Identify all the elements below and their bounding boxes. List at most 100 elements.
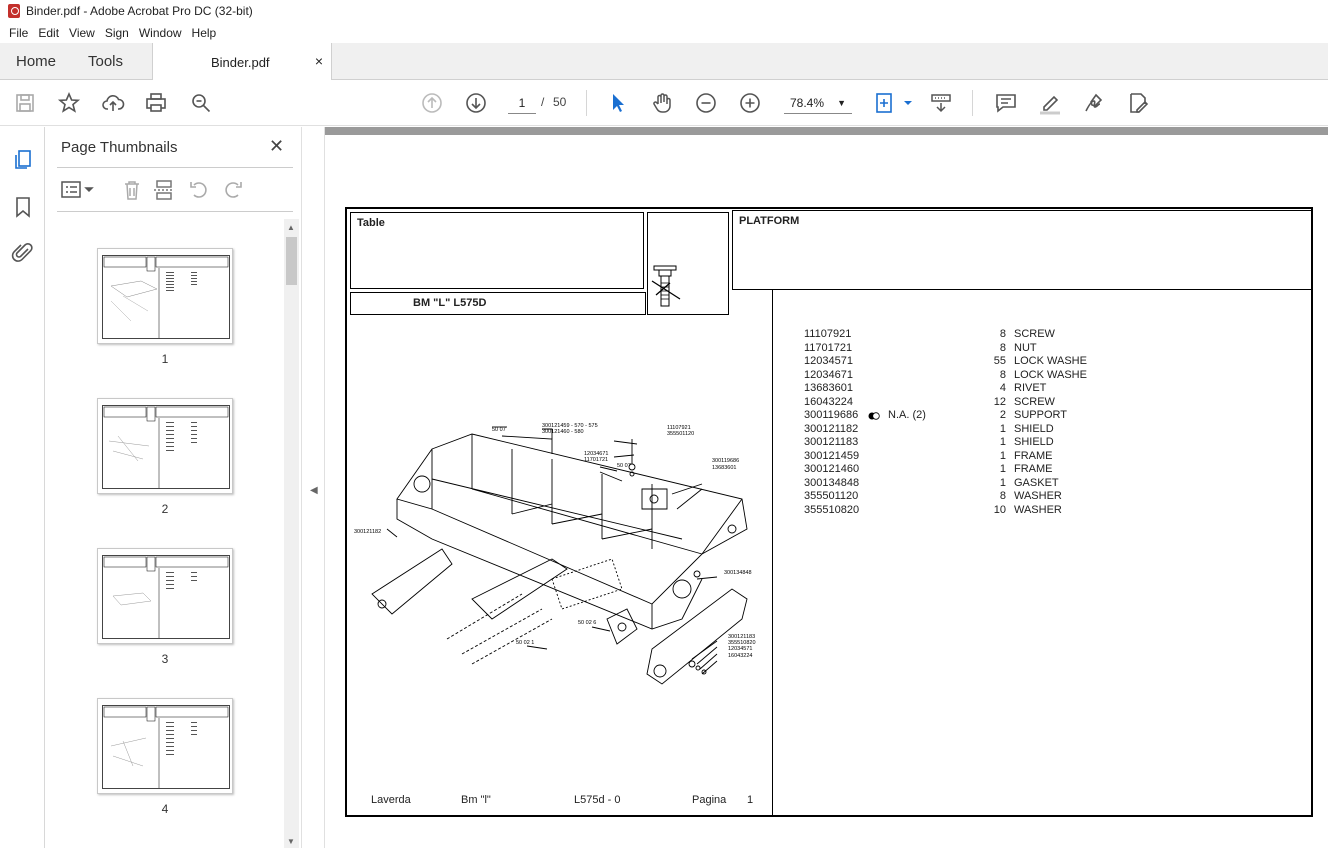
highlight-pen-icon[interactable] [1038, 91, 1062, 115]
menu-sign[interactable]: Sign [100, 26, 134, 40]
part-quantity: 1 [999, 449, 1006, 462]
parts-row: 300121459 1 FRAME [804, 450, 1104, 463]
bookmark-icon[interactable] [11, 195, 35, 219]
platform-box: PLATFORM [732, 210, 1312, 290]
zoom-level-value: 78.4% [790, 96, 825, 110]
parts-list: 11107921 8 SCREW 11701721 8 NUT 12034571 55 LOCK… [804, 328, 1104, 518]
tab-home[interactable]: Home [16, 53, 56, 70]
hand-tool-icon[interactable] [650, 91, 674, 115]
scrolling-mode-icon[interactable] [929, 91, 953, 115]
part-quantity: 1 [999, 422, 1006, 435]
part-code: 300121183 [804, 436, 859, 448]
part-note: N.A. (2) [888, 409, 926, 421]
parts-row: 355501120 8 WASHER [804, 490, 1104, 503]
part-description: RIVET [1014, 382, 1047, 394]
tab-document[interactable]: Binder.pdf × [152, 43, 332, 81]
toolbar: 1 / 50 78.4% ▼ [0, 80, 1328, 126]
page-thumbnail-2[interactable] [97, 398, 233, 494]
part-code: 300121460 [804, 463, 860, 475]
page-thumbnail-4[interactable] [97, 698, 233, 794]
next-page-icon[interactable] [464, 91, 488, 115]
thumbnail-options-icon[interactable] [61, 179, 95, 201]
attachment-paperclip-icon[interactable] [11, 241, 35, 265]
scroll-down-icon[interactable]: ▼ [287, 837, 295, 846]
page-thumbnails-icon[interactable] [11, 147, 35, 171]
draw-signature-icon[interactable] [1082, 91, 1106, 115]
page-number-input[interactable]: 1 [508, 92, 536, 114]
scrollbar-thumb[interactable] [286, 237, 297, 285]
close-panel-icon[interactable]: ✕ [269, 136, 284, 157]
thumbnail-page-number: 4 [161, 802, 169, 816]
menu-bar: File Edit View Sign Window Help [0, 22, 1328, 43]
part-description: SCREW [1014, 328, 1055, 340]
zoom-level-select[interactable]: 78.4% ▼ [784, 92, 852, 114]
page-separator: / [541, 95, 545, 109]
select-cursor-icon[interactable] [606, 91, 630, 115]
page-thumbnail-1[interactable] [97, 248, 233, 344]
zoom-search-icon[interactable] [189, 91, 213, 115]
page-fit-icon[interactable] [874, 91, 898, 115]
callout-label: 50 07 [617, 463, 631, 469]
comment-icon[interactable] [994, 91, 1018, 115]
rotate-clockwise-icon[interactable] [222, 179, 244, 201]
part-code: 11701721 [804, 341, 853, 354]
menu-help[interactable]: Help [187, 26, 222, 40]
page-thumbnail-3[interactable] [97, 548, 233, 644]
callout-label: 13683601 [712, 465, 736, 471]
thumbnail-preview [102, 405, 230, 489]
part-code: 11107921 [804, 328, 852, 340]
callout-label: 11701721 [584, 457, 608, 463]
thumbnail-preview [102, 555, 230, 639]
previous-page-icon[interactable] [420, 91, 444, 115]
model-label: BM "L" L575D [413, 297, 487, 309]
part-quantity: 4 [999, 382, 1006, 394]
menu-edit[interactable]: Edit [33, 26, 64, 40]
delete-trash-icon[interactable] [121, 179, 143, 201]
callout-label: 12034571 [728, 646, 752, 652]
menu-view[interactable]: View [64, 26, 100, 40]
tab-bar: Home Tools Binder.pdf × [0, 43, 1328, 81]
part-quantity: 1 [999, 436, 1006, 448]
part-description: FRAME [1014, 463, 1053, 475]
panel-divider [57, 167, 293, 168]
upload-cloud-icon[interactable] [101, 91, 125, 115]
window-title: Binder.pdf - Adobe Acrobat Pro DC (32-bi… [26, 4, 253, 18]
navigation-rail [0, 127, 45, 848]
rotate-counterclockwise-icon[interactable] [188, 179, 210, 201]
part-description: WASHER [1014, 490, 1062, 502]
part-code: 16043224 [804, 395, 853, 408]
scroll-up-icon[interactable]: ▲ [287, 223, 295, 232]
tab-tools[interactable]: Tools [88, 53, 123, 70]
part-quantity: 8 [999, 328, 1006, 340]
callout-label: 50 02 1 [516, 640, 534, 646]
part-quantity: 8 [999, 368, 1006, 381]
page-fit-dropdown-icon[interactable] [896, 91, 912, 115]
part-code: 300121182 [804, 422, 859, 435]
panel-splitter[interactable]: ◀ [301, 127, 325, 848]
callout-label: 50 02 6 [578, 620, 596, 626]
part-quantity: 55 [993, 355, 1006, 367]
thumbnails-scrollbar[interactable]: ▲ ▼ [284, 219, 299, 848]
zoom-out-icon[interactable] [694, 91, 718, 115]
part-code: 300119686 [804, 409, 859, 421]
star-icon[interactable] [57, 91, 81, 115]
close-tab-icon[interactable]: × [315, 53, 323, 69]
toolbar-divider [972, 90, 973, 116]
collapse-panel-icon[interactable]: ◀ [310, 485, 318, 496]
acrobat-icon [8, 4, 20, 18]
callout-label: 300134848 [724, 570, 752, 576]
zoom-in-icon[interactable] [738, 91, 762, 115]
part-icon-box [647, 212, 729, 315]
footer-code: L575d - 0 [574, 794, 621, 806]
fill-sign-icon[interactable] [1126, 91, 1150, 115]
table-label: Table [357, 217, 385, 229]
print-icon[interactable] [144, 91, 168, 115]
part-description: FRAME [1014, 449, 1053, 462]
tab-document-label: Binder.pdf [211, 55, 270, 70]
part-code: 300121459 [804, 449, 860, 462]
extract-pages-icon[interactable] [153, 179, 175, 201]
document-viewer[interactable]: Table BM "L" L575D PLATFORM 11107921 8 SCR… [325, 127, 1328, 848]
save-icon[interactable] [13, 91, 37, 115]
menu-window[interactable]: Window [134, 26, 187, 40]
menu-file[interactable]: File [4, 26, 33, 40]
